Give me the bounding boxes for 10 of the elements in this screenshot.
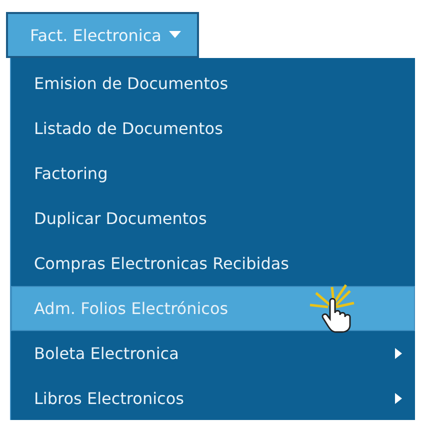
submenu-arrow-icon [395,348,402,359]
menu-item[interactable]: Compras Electronicas Recibidas [11,241,415,286]
caret-icon [169,31,182,39]
menu-item[interactable]: Libros Electronicos [11,376,415,421]
menu-item[interactable]: Duplicar Documentos [11,196,415,241]
menu-item[interactable]: Emision de Documentos [11,61,415,106]
menu-item[interactable]: Boleta Electronica [11,331,415,376]
menu-item[interactable]: Listado de Documentos [11,106,415,151]
submenu-arrow-icon [395,393,402,404]
menu-item[interactable]: Factoring [11,151,415,196]
